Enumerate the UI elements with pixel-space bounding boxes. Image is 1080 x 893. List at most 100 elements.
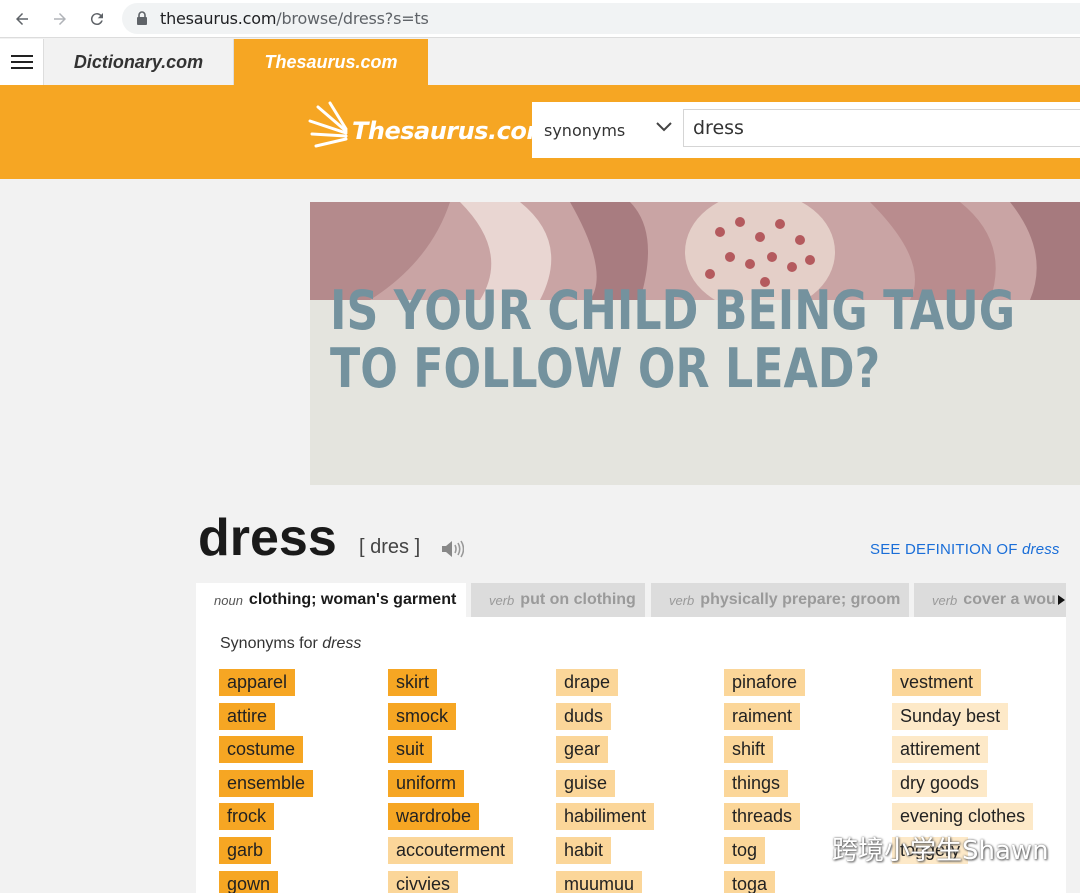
synonym-row: dry goods (892, 769, 1052, 804)
synonym-row: suit (388, 736, 548, 770)
ad-headline: IS YOUR CHILD BEING TAUG TO FOLLOW OR LE… (330, 282, 1015, 398)
sense-label: cover a wou (963, 591, 1056, 608)
browser-toolbar: thesaurus.com/browse/dress?s=ts (0, 0, 1080, 38)
synonym-row: attire (219, 702, 379, 737)
synonym-row: frock (219, 803, 379, 837)
synonym-column: apparel attire costume ensemble frock garb gow… (219, 669, 379, 893)
synonym-link[interactable]: gown (219, 870, 279, 893)
logo-text: Thesaurus.com (352, 117, 551, 145)
sense-tab-3[interactable]: verb physically prepare; groom (651, 583, 909, 617)
thesaurus-logo[interactable]: Thesaurus.com (306, 101, 551, 161)
synonym-link[interactable]: costume (219, 736, 304, 764)
synonym-link[interactable]: guise (556, 769, 616, 797)
synonym-link[interactable]: apparel (219, 669, 296, 696)
search-input[interactable] (683, 109, 1080, 147)
synonym-row: duds (556, 702, 716, 737)
synonym-link[interactable]: smock (388, 702, 457, 730)
synonym-row: accouterment (388, 836, 548, 871)
synonym-link[interactable]: habiliment (556, 803, 655, 831)
synonym-link[interactable]: ensemble (219, 769, 314, 797)
synonym-link[interactable]: garb (219, 836, 272, 864)
sense-pos: verb (669, 592, 695, 608)
synonym-link[interactable]: things (724, 769, 789, 797)
synonym-row: gown (219, 870, 379, 893)
synonym-link[interactable]: attire (219, 702, 276, 730)
synonym-row: drape (556, 669, 716, 703)
sense-label: physically prepare; groom (700, 591, 901, 608)
search-type-select[interactable]: synonyms (532, 102, 682, 158)
synonym-link[interactable]: frock (219, 803, 275, 831)
synonym-link[interactable]: dry goods (892, 769, 988, 797)
tab-dictionary[interactable]: Dictionary.com (44, 39, 234, 85)
search-box: synonyms (532, 102, 1080, 158)
menu-button[interactable] (0, 39, 44, 85)
synonym-link[interactable]: threads (724, 803, 801, 831)
synonym-link[interactable]: vestment (892, 669, 982, 696)
synonym-link[interactable]: raiment (724, 702, 801, 730)
sense-tab-2[interactable]: verb put on clothing (471, 583, 645, 617)
ad-banner[interactable]: IS YOUR CHILD BEING TAUG TO FOLLOW OR LE… (310, 202, 1080, 485)
synonym-link[interactable]: wardrobe (388, 803, 480, 831)
scroll-right-icon[interactable] (1058, 595, 1065, 605)
synonym-link[interactable]: habit (556, 836, 612, 864)
synonym-link[interactable]: duds (556, 702, 612, 730)
arrow-left-icon (16, 13, 28, 25)
synonym-link[interactable]: tog (724, 836, 766, 864)
synonym-row: garb (219, 836, 379, 871)
synonym-link[interactable]: accouterment (388, 836, 514, 864)
forward-button[interactable] (48, 7, 72, 31)
reload-icon (90, 13, 103, 26)
reload-button[interactable] (85, 7, 109, 31)
synonym-link[interactable]: attirement (892, 736, 989, 764)
synonym-row: skirt (388, 669, 548, 703)
lock-icon (137, 11, 147, 25)
synonym-link[interactable]: civvies (388, 870, 459, 893)
watermark: 跨境小学生Shawn (782, 830, 1049, 867)
synonym-row: smock (388, 702, 548, 737)
sense-label: put on clothing (520, 591, 636, 608)
synonym-link[interactable]: Sunday best (892, 702, 1009, 730)
speaker-icon (442, 540, 465, 558)
see-definition-link[interactable]: SEE DEFINITION OF dress (870, 541, 1060, 558)
synonym-row: habiliment (556, 803, 716, 837)
synonym-column: drape duds gear guise habiliment habit muumuu (556, 669, 716, 893)
ad-line-1: IS YOUR CHILD BEING TAUG (330, 279, 1016, 342)
synonym-row: ensemble (219, 769, 379, 804)
see-definition-word: dress (1021, 541, 1060, 558)
synonym-row: Sunday best (892, 702, 1052, 737)
search-type-value: synonyms (544, 120, 626, 140)
synonym-row: uniform (388, 769, 548, 804)
hamburger-icon (11, 55, 33, 57)
headword: dress (198, 509, 337, 567)
synonyms-heading-prefix: Synonyms for (220, 635, 318, 652)
synonym-link[interactable]: muumuu (556, 870, 643, 893)
synonym-link[interactable]: skirt (388, 669, 437, 696)
synonym-row: costume (219, 736, 379, 770)
synonym-link[interactable]: gear (556, 736, 609, 764)
synonym-link[interactable]: suit (388, 736, 433, 764)
ad-line-2: TO FOLLOW OR LEAD? (330, 337, 881, 400)
back-button[interactable] (10, 7, 34, 31)
synonym-link[interactable]: drape (556, 669, 619, 696)
synonym-link[interactable]: toga (724, 870, 776, 893)
url-text: thesaurus.com/browse/dress?s=ts (160, 9, 429, 28)
audio-button[interactable] (440, 538, 465, 565)
wechat-icon (782, 833, 825, 863)
pronunciation: [ dres ] (359, 536, 421, 558)
synonym-row: guise (556, 769, 716, 804)
tab-thesaurus[interactable]: Thesaurus.com (234, 39, 428, 85)
sense-tab-1[interactable]: noun clothing; woman's garment (196, 583, 466, 617)
synonym-row: things (724, 769, 884, 804)
sense-tab-4[interactable]: verb cover a wou (914, 583, 1066, 617)
synonym-link[interactable]: uniform (388, 769, 465, 797)
see-definition-label: SEE DEFINITION OF (870, 541, 1018, 558)
site-tabs: Dictionary.com Thesaurus.com (0, 39, 1080, 85)
url-path: /browse/dress?s=ts (276, 9, 429, 28)
synonym-link[interactable]: evening clothes (892, 803, 1034, 831)
synonym-link[interactable]: pinafore (724, 669, 806, 696)
synonym-link[interactable]: shift (724, 736, 774, 764)
synonym-row: habit (556, 836, 716, 871)
url-host: thesaurus.com (160, 9, 277, 28)
synonym-row: gear (556, 736, 716, 770)
address-bar[interactable]: thesaurus.com/browse/dress?s=ts (122, 3, 1080, 34)
